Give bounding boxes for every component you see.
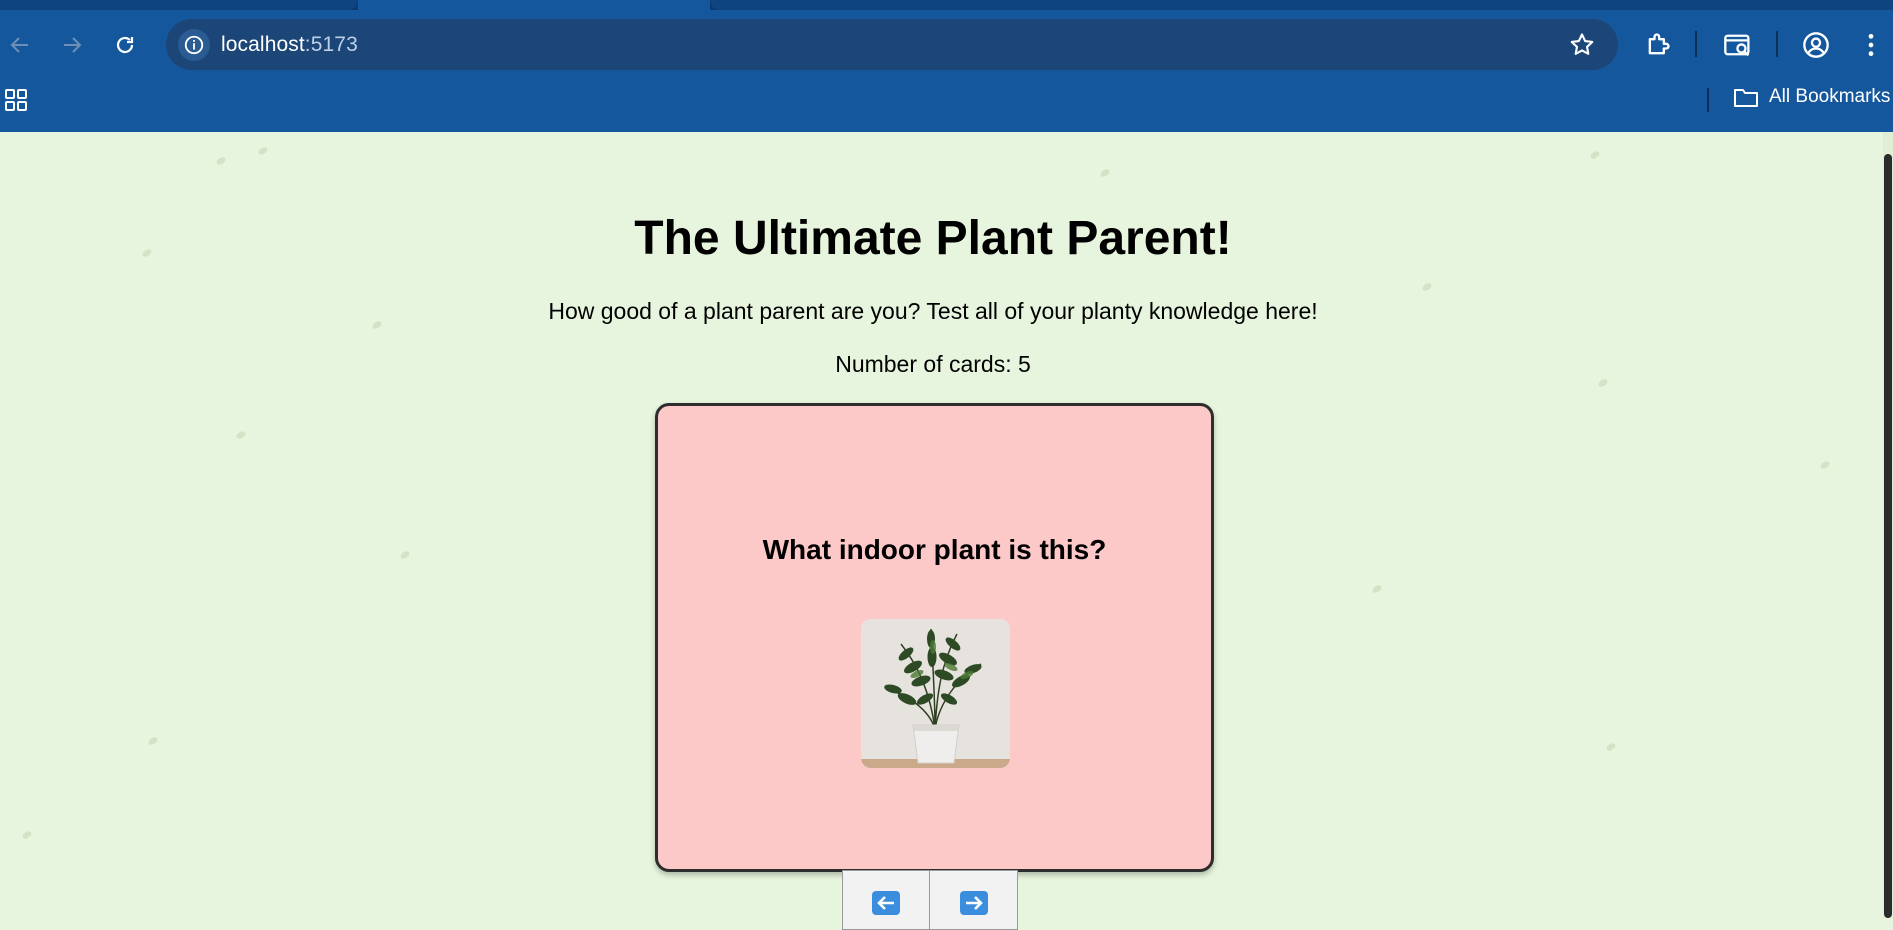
- menu-button[interactable]: [1855, 29, 1887, 61]
- leaf-pattern: [1589, 149, 1601, 161]
- url-text[interactable]: localhost:5173: [221, 33, 358, 57]
- tab-search-icon: [1724, 34, 1750, 57]
- leaf-pattern: [215, 155, 227, 167]
- arrow-left-icon: [872, 891, 900, 915]
- url-host: localhost: [221, 33, 305, 56]
- reload-icon: [116, 36, 134, 54]
- address-bar[interactable]: localhost:5173: [166, 19, 1618, 70]
- toolbar-divider: [1776, 31, 1778, 57]
- all-bookmarks-label: All Bookmarks: [1769, 86, 1891, 107]
- leaf-pattern: [257, 145, 269, 157]
- back-button[interactable]: [2, 27, 38, 63]
- forward-button[interactable]: [54, 27, 90, 63]
- next-card-button[interactable]: [930, 870, 1018, 930]
- tab-inactive[interactable]: [0, 0, 358, 10]
- card-count: Number of cards: 5: [835, 351, 1031, 377]
- previous-card-button[interactable]: [842, 870, 930, 930]
- leaf-pattern: [147, 735, 159, 747]
- folder-icon: [1734, 89, 1758, 107]
- star-icon[interactable]: [1568, 31, 1596, 59]
- all-bookmarks-button[interactable]: All Bookmarks: [1733, 86, 1890, 108]
- potted-zz-plant-image: [861, 619, 1010, 768]
- arrow-left-icon: [10, 37, 28, 53]
- leaf-pattern: [1605, 741, 1617, 753]
- reload-button[interactable]: [107, 27, 143, 63]
- card-question: What indoor plant is this?: [762, 534, 1107, 565]
- profile-icon: [1803, 32, 1829, 58]
- leaf-pattern: [1099, 167, 1111, 179]
- flashcard[interactable]: What indoor plant is this?: [655, 403, 1214, 872]
- bookmarks-divider: [1707, 88, 1709, 112]
- tab-inactive[interactable]: [710, 0, 1893, 10]
- leaf-pattern: [1597, 377, 1609, 389]
- leaf-pattern: [1421, 281, 1433, 293]
- scrollbar-thumb[interactable]: [1884, 154, 1892, 918]
- profile-button[interactable]: [1800, 29, 1832, 61]
- page-subtitle: How good of a plant parent are you? Test…: [548, 298, 1318, 324]
- info-icon: [184, 35, 204, 55]
- site-info-button[interactable]: [178, 29, 210, 61]
- extensions-button[interactable]: [1642, 29, 1674, 61]
- puzzle-icon: [1648, 33, 1670, 55]
- page-title: The Ultimate Plant Parent!: [634, 212, 1232, 265]
- leaf-pattern: [1819, 459, 1831, 471]
- tab-search-button[interactable]: [1722, 29, 1754, 61]
- browser-chrome: localhost:5173 All Bookmarks: [0, 0, 1893, 132]
- tab-active[interactable]: [358, 0, 710, 10]
- leaf-pattern: [21, 829, 33, 841]
- leaf-pattern: [1371, 583, 1383, 595]
- bookmarks-bar: [0, 80, 1893, 132]
- url-port: :5173: [304, 33, 358, 56]
- apps-grid-icon[interactable]: [4, 88, 28, 112]
- arrow-right-icon: [64, 37, 82, 53]
- card-navigation: [842, 870, 1018, 930]
- kebab-menu-icon: [1868, 33, 1874, 57]
- leaf-pattern: [235, 429, 247, 441]
- arrow-right-icon: [959, 891, 988, 915]
- leaf-pattern: [399, 549, 411, 561]
- toolbar-divider: [1695, 31, 1697, 57]
- tab-strip: [0, 0, 1893, 10]
